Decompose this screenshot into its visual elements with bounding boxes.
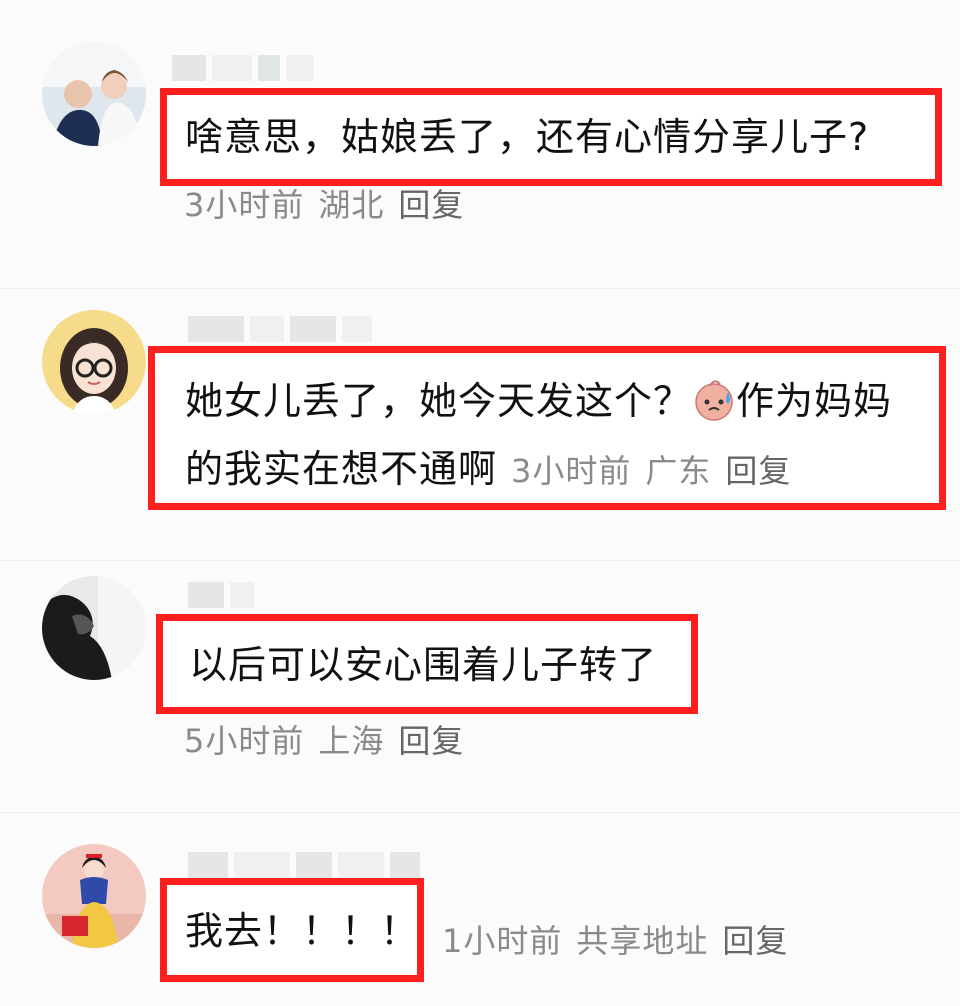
reply-button[interactable]: 回复: [722, 922, 788, 960]
avatar[interactable]: [42, 844, 146, 948]
comment-text: 我去！！！！: [185, 909, 420, 953]
comment-highlight-box: 我去！！！！: [160, 878, 424, 982]
comment-meta: 3小时前 湖北 回复: [184, 180, 464, 226]
comment-highlight-box: 她女儿丢了，她今天发这个？ 作为妈妈 的我实在想不通啊 3小时前 广东 回复: [148, 346, 946, 510]
comment-item-2: 她女儿丢了，她今天发这个？ 作为妈妈 的我实在想不通啊 3小时前 广东 回复: [0, 290, 960, 560]
username-blurred[interactable]: [172, 55, 314, 81]
divider: [0, 288, 960, 289]
comment-meta: 5小时前 上海 回复: [184, 716, 464, 762]
comment-time: 1小时前: [442, 922, 563, 960]
princess-illustration-avatar-icon: [42, 844, 146, 948]
avatar[interactable]: [42, 576, 146, 680]
comment-text-part: 她女儿丢了，她今天发这个？: [185, 379, 693, 423]
comment-time: 5小时前: [184, 722, 305, 760]
comment-text-line-1: 她女儿丢了，她今天发这个？ 作为妈妈: [185, 373, 892, 429]
cartoon-girl-avatar-icon: [42, 310, 146, 414]
comment-meta: 3小时前 广东 回复: [511, 446, 791, 492]
avatar[interactable]: [42, 42, 146, 146]
comment-text: 以后可以安心围着儿子转了: [189, 643, 658, 687]
comment-text-line-2: 的我实在想不通啊 3小时前 广东 回复: [185, 441, 791, 497]
comment-text-part: 作为妈妈: [736, 379, 893, 423]
comment-text-part: 的我实在想不通啊: [185, 447, 498, 491]
comment-time: 3小时前: [511, 452, 632, 490]
username-blurred[interactable]: [188, 852, 420, 878]
comment-text: 啥意思，姑娘丢了，还有心情分享儿子?: [185, 115, 870, 159]
reply-button[interactable]: 回复: [398, 186, 464, 224]
user-photo-icon: [42, 42, 146, 146]
comment-time: 3小时前: [184, 186, 305, 224]
divider: [0, 812, 960, 813]
comment-meta: 1小时前 共享地址 回复: [442, 916, 788, 962]
sweat-face-emoji-icon: [692, 378, 736, 422]
comment-item-4: 我去！！！！ 1小时前 共享地址 回复: [0, 814, 960, 1006]
avatar[interactable]: [42, 310, 146, 414]
divider: [0, 560, 960, 561]
comment-highlight-box: 啥意思，姑娘丢了，还有心情分享儿子?: [160, 88, 942, 186]
comment-location: 湖北: [318, 186, 385, 224]
comment-item-1: 啥意思，姑娘丢了，还有心情分享儿子? 3小时前 湖北 回复: [0, 0, 960, 290]
comment-highlight-box: 以后可以安心围着儿子转了: [156, 614, 698, 714]
reply-button[interactable]: 回复: [725, 452, 791, 490]
username-blurred[interactable]: [188, 582, 254, 608]
dark-portrait-avatar-icon: [42, 576, 146, 680]
username-blurred[interactable]: [188, 316, 372, 342]
comment-location: 共享地址: [576, 922, 709, 960]
reply-button[interactable]: 回复: [398, 722, 464, 760]
comment-location: 上海: [318, 722, 385, 760]
comment-location: 广东: [645, 452, 712, 490]
comment-item-3: 以后可以安心围着儿子转了 5小时前 上海 回复: [0, 562, 960, 812]
